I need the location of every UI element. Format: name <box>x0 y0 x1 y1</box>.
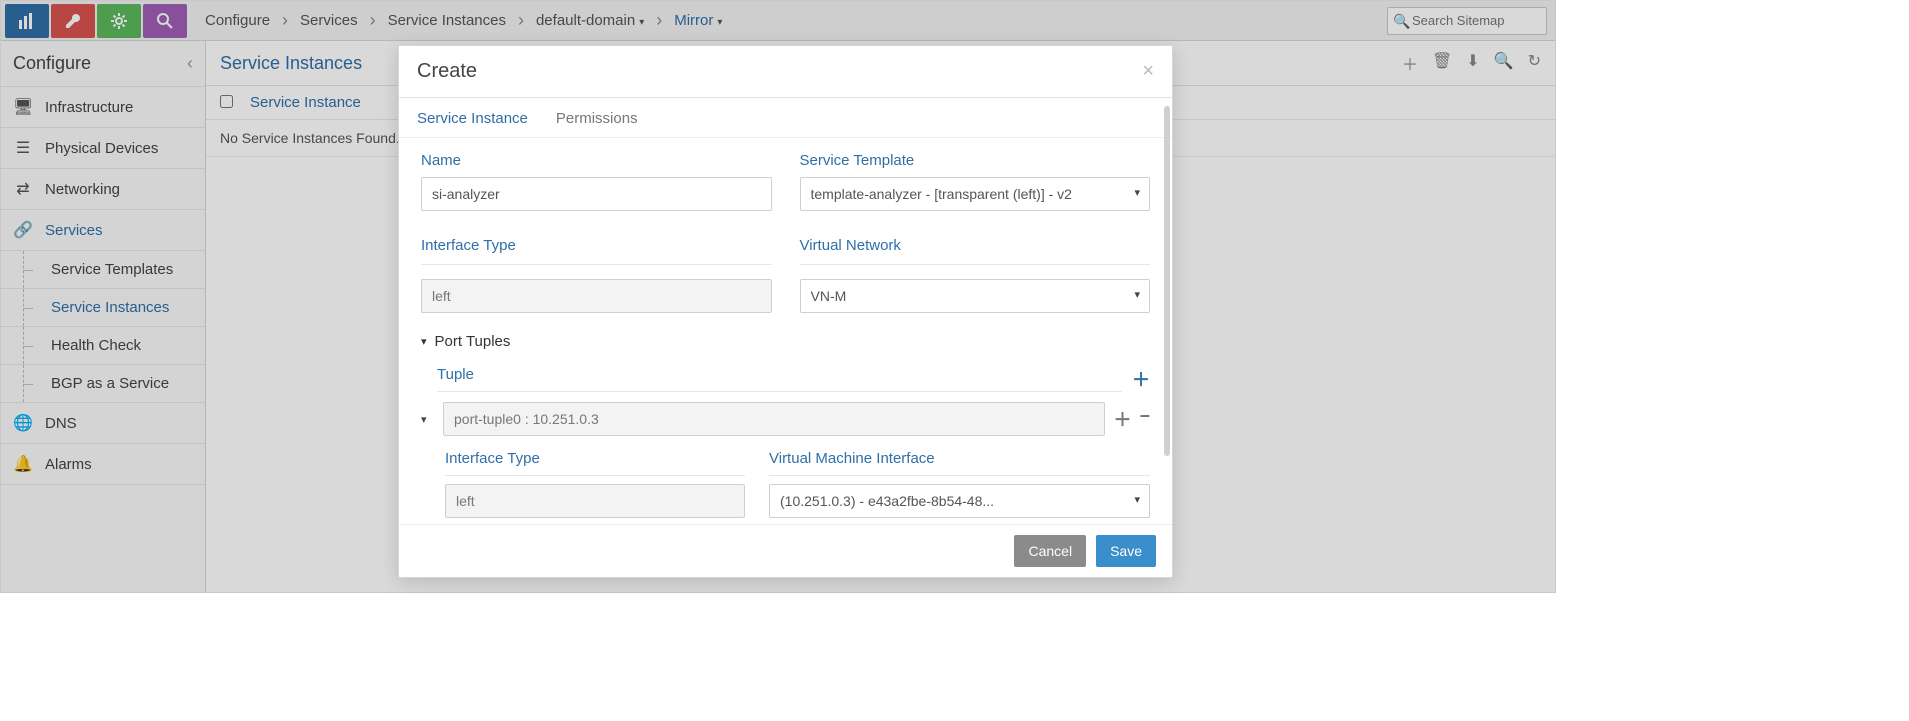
label-vmi: Virtual Machine Interface <box>769 450 1150 476</box>
cancel-button[interactable]: Cancel <box>1014 535 1086 567</box>
chevron-down-icon: ▾ <box>1134 288 1140 301</box>
add-tuple-icon[interactable]: ＋ <box>1122 366 1150 392</box>
port-tuples-header[interactable]: ▾ Port Tuples <box>399 313 1172 356</box>
virtual-network-select[interactable]: ▾ <box>800 279 1151 313</box>
tuple-value <box>443 402 1105 436</box>
service-template-value[interactable] <box>800 177 1151 211</box>
tuple-row: ▾ ＋ − <box>399 398 1172 440</box>
vmi-value[interactable] <box>769 484 1150 518</box>
remove-icon[interactable]: − <box>1139 406 1150 432</box>
expand-tuple-icon[interactable]: ▾ <box>421 413 435 426</box>
port-tuples-label: Port Tuples <box>435 333 511 350</box>
label-service-template: Service Template <box>800 152 1151 177</box>
tab-service-instance[interactable]: Service Instance <box>417 110 528 127</box>
add-icon[interactable]: ＋ <box>1113 406 1131 432</box>
interface-type-input <box>421 279 772 313</box>
modal-body: Service Instance Permissions Name Servic… <box>399 98 1172 524</box>
modal-title: Create <box>417 60 477 83</box>
virtual-network-value[interactable] <box>800 279 1151 313</box>
close-icon[interactable]: × <box>1142 60 1154 83</box>
service-template-select[interactable]: ▾ <box>800 177 1151 211</box>
chevron-down-icon: ▾ <box>1134 493 1140 506</box>
tuple-detail: Interface Type Virtual Machine Interface… <box>399 440 1172 518</box>
create-modal: Create × Service Instance Permissions Na… <box>398 45 1173 578</box>
label-interface-type: Interface Type <box>421 237 772 265</box>
chevron-down-icon: ▾ <box>1134 186 1140 199</box>
modal-footer: Cancel Save <box>399 524 1172 577</box>
save-button[interactable]: Save <box>1096 535 1156 567</box>
name-input[interactable] <box>421 177 772 211</box>
modal-tabs: Service Instance Permissions <box>399 98 1172 138</box>
label-tuple: Tuple <box>437 366 1122 392</box>
label-virtual-network: Virtual Network <box>800 237 1151 265</box>
chevron-down-icon: ▾ <box>421 335 427 348</box>
label-name: Name <box>421 152 772 177</box>
label-interface-type-2: Interface Type <box>445 450 745 476</box>
vmi-select[interactable]: ▾ <box>769 484 1150 518</box>
scrollbar[interactable] <box>1164 106 1170 456</box>
tuple-interface-type <box>445 484 745 518</box>
tab-permissions[interactable]: Permissions <box>556 110 638 127</box>
modal-header: Create × <box>399 46 1172 98</box>
